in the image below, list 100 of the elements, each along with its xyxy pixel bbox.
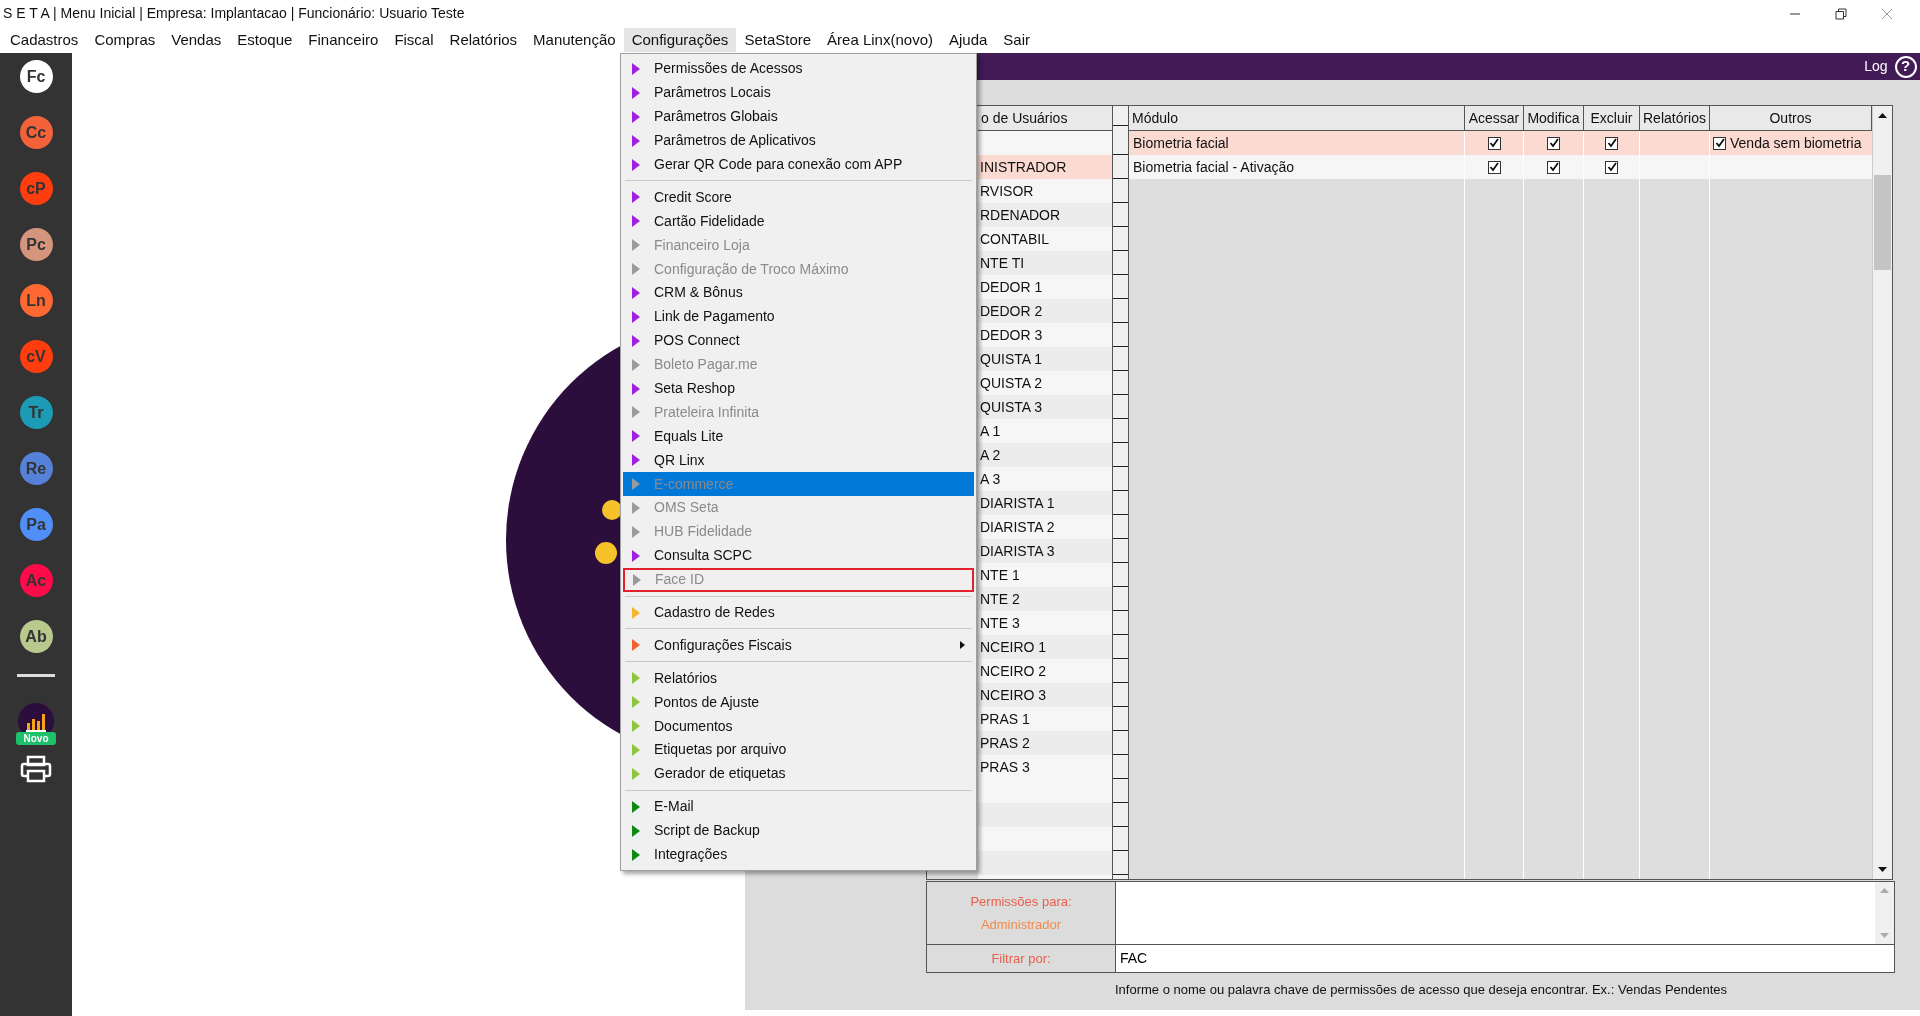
help-button[interactable]: ? xyxy=(1894,55,1917,78)
menu-item[interactable]: Ajuda xyxy=(941,28,996,52)
menu-item[interactable]: Configurações Fiscais xyxy=(623,633,974,658)
user-group-row[interactable]: QUISTA 1 xyxy=(978,347,1113,371)
user-group-row[interactable]: A 3 xyxy=(978,467,1113,491)
menu-item[interactable]: POS Connect xyxy=(623,328,974,353)
new-badge: Novo xyxy=(16,732,56,745)
user-group-row[interactable]: NTE 2 xyxy=(978,587,1113,611)
app-icon[interactable]: Ln xyxy=(19,284,53,317)
menu-item[interactable]: Cartão Fidelidade xyxy=(623,209,974,234)
user-group-row[interactable]: NCEIRO 1 xyxy=(978,635,1113,659)
user-group-row[interactable]: PRAS 3 xyxy=(978,755,1113,779)
column-header[interactable]: Excluir xyxy=(1584,106,1640,131)
menu-item[interactable]: Cadastros xyxy=(2,28,87,52)
column-header[interactable]: Acessar xyxy=(1465,106,1524,131)
menu-item[interactable]: Consulta SCPC xyxy=(623,543,974,568)
user-group-row[interactable]: RDENADOR xyxy=(978,203,1113,227)
column-header[interactable]: Outros xyxy=(1710,106,1872,131)
checkbox[interactable] xyxy=(1487,136,1501,150)
table-cell-text: Biometria facial xyxy=(1132,133,1229,153)
user-group-row[interactable]: DEDOR 2 xyxy=(978,299,1113,323)
menu-item[interactable]: E-Mail xyxy=(623,794,974,819)
menu-item[interactable]: Script de Backup xyxy=(623,818,974,843)
selected-row-highlight[interactable]: Biometria facial Venda sem biometria xyxy=(1129,131,1872,155)
menu-item[interactable]: Vendas xyxy=(163,28,230,52)
user-group-row[interactable]: NTE 1 xyxy=(978,563,1113,587)
menu-item[interactable]: CRM & Bônus xyxy=(623,281,974,305)
user-group-row[interactable]: DIARISTA 2 xyxy=(978,515,1113,539)
checkbox[interactable] xyxy=(1547,160,1560,174)
field-label: Filtrar por: xyxy=(991,949,1051,968)
user-group-row[interactable]: QUISTA 2 xyxy=(978,371,1113,395)
app-icon[interactable]: Tr xyxy=(19,396,53,429)
menu-item[interactable]: Relatórios xyxy=(623,666,974,691)
app-icon[interactable]: Pc xyxy=(19,228,53,261)
menu-item[interactable]: SetaStore xyxy=(736,28,820,52)
column-header[interactable]: Modifica xyxy=(1524,106,1584,131)
menu-item[interactable]: Parâmetros de Aplicativos xyxy=(623,128,974,153)
menu-item[interactable]: Permissões de Acessos xyxy=(623,57,974,81)
menu-item[interactable]: Financeiro xyxy=(300,28,387,52)
menu-item[interactable]: Sair xyxy=(995,28,1039,52)
field-label: Permissões para: xyxy=(969,892,1073,911)
menu-item[interactable]: Pontos de Ajuste xyxy=(623,690,974,715)
user-group-row[interactable]: NCEIRO 3 xyxy=(978,683,1113,707)
user-group-row[interactable]: NTE 3 xyxy=(978,611,1113,635)
column-header[interactable]: Módulo xyxy=(1129,106,1465,131)
app-icon[interactable]: Pa xyxy=(19,508,53,541)
menu-item[interactable]: Gerador de etiquetas xyxy=(623,761,974,786)
user-group-row[interactable]: RVISOR xyxy=(978,179,1113,203)
menu-item[interactable]: Manutenção xyxy=(525,28,624,52)
menu-item[interactable]: Relatórios xyxy=(441,28,526,52)
user-group-row[interactable]: DEDOR 3 xyxy=(978,323,1113,347)
user-group-row[interactable]: DIARISTA 3 xyxy=(978,539,1113,563)
app-icon[interactable]: cP xyxy=(19,172,53,205)
app-icon[interactable]: cV xyxy=(19,340,53,373)
app-icon[interactable]: Fc xyxy=(19,60,53,93)
scrollbar-thumb[interactable] xyxy=(1874,175,1891,270)
user-group-row[interactable]: PRAS 2 xyxy=(978,731,1113,755)
checkbox[interactable] xyxy=(1605,160,1618,174)
checkbox-label: Venda sem biometria xyxy=(1730,133,1862,153)
menu-item[interactable]: Cadastro de Redes xyxy=(623,600,974,625)
menu-item[interactable]: Parâmetros Locais xyxy=(623,80,974,105)
hint-text: Informe o nome ou palavra chave de permissões de acesso que deseja encontrar. Ex.: Vendas Pendentes xyxy=(1115,981,1728,999)
printer-icon[interactable] xyxy=(20,755,52,783)
checkbox[interactable] xyxy=(1713,136,1726,150)
user-group-row[interactable]: QUISTA 3 xyxy=(978,395,1113,419)
menu-item[interactable]: Link de Pagamento xyxy=(623,304,974,329)
app-icon[interactable]: Cc xyxy=(19,116,53,149)
menu-item[interactable]: Área Linx(novo) xyxy=(819,28,941,52)
user-group-row[interactable]: DEDOR 1 xyxy=(978,275,1113,299)
app-icon[interactable]: Ab xyxy=(19,620,53,653)
menu-item[interactable]: Integrações xyxy=(623,842,974,867)
user-group-row[interactable]: PRAS 1 xyxy=(978,707,1113,731)
menu-item[interactable]: Parâmetros Globais xyxy=(623,104,974,129)
restore-icon xyxy=(1835,7,1847,20)
table-cell-text: Biometria facial - Ativação xyxy=(1132,157,1295,177)
menu-item[interactable]: Compras xyxy=(86,28,164,52)
user-group-row[interactable]: NCEIRO 2 xyxy=(978,659,1113,683)
menu-item[interactable]: Fiscal xyxy=(386,28,442,52)
menu-item[interactable]: Credit Score xyxy=(623,185,974,210)
user-group-row[interactable]: A 1 xyxy=(978,419,1113,443)
filter-field[interactable]: FAC xyxy=(1116,945,1894,972)
menu-item[interactable]: Gerar QR Code para conexão com APP xyxy=(623,152,974,177)
user-group-row[interactable]: DIARISTA 1 xyxy=(978,491,1113,515)
menu-item[interactable]: Estoque xyxy=(229,28,301,52)
user-group-row[interactable]: CONTABIL xyxy=(978,227,1113,251)
checkbox[interactable] xyxy=(1487,160,1501,174)
menu-item[interactable]: Etiquetas por arquivo xyxy=(623,738,974,762)
column-header[interactable]: Relatórios xyxy=(1640,106,1710,131)
checkbox[interactable] xyxy=(1605,136,1618,150)
menu-item[interactable]: Equals Lite xyxy=(623,424,974,449)
user-group-row[interactable]: NTE TI xyxy=(978,251,1113,275)
menu-item[interactable]: Documentos xyxy=(623,714,974,739)
menu-item[interactable]: Seta Reshop xyxy=(623,376,974,401)
user-group-row[interactable]: INISTRADOR xyxy=(978,155,1113,179)
column-header: o de Usuários xyxy=(978,106,1113,131)
log-link[interactable]: Log xyxy=(1864,56,1888,77)
menu-item[interactable]: Configurações xyxy=(623,28,737,52)
checkbox[interactable] xyxy=(1547,136,1560,150)
window-title: S E T A | Menu Inicial | Empresa: Implantacao | Funcionário: Usuario Teste xyxy=(3,4,465,23)
user-group-row[interactable]: A 2 xyxy=(978,443,1113,467)
